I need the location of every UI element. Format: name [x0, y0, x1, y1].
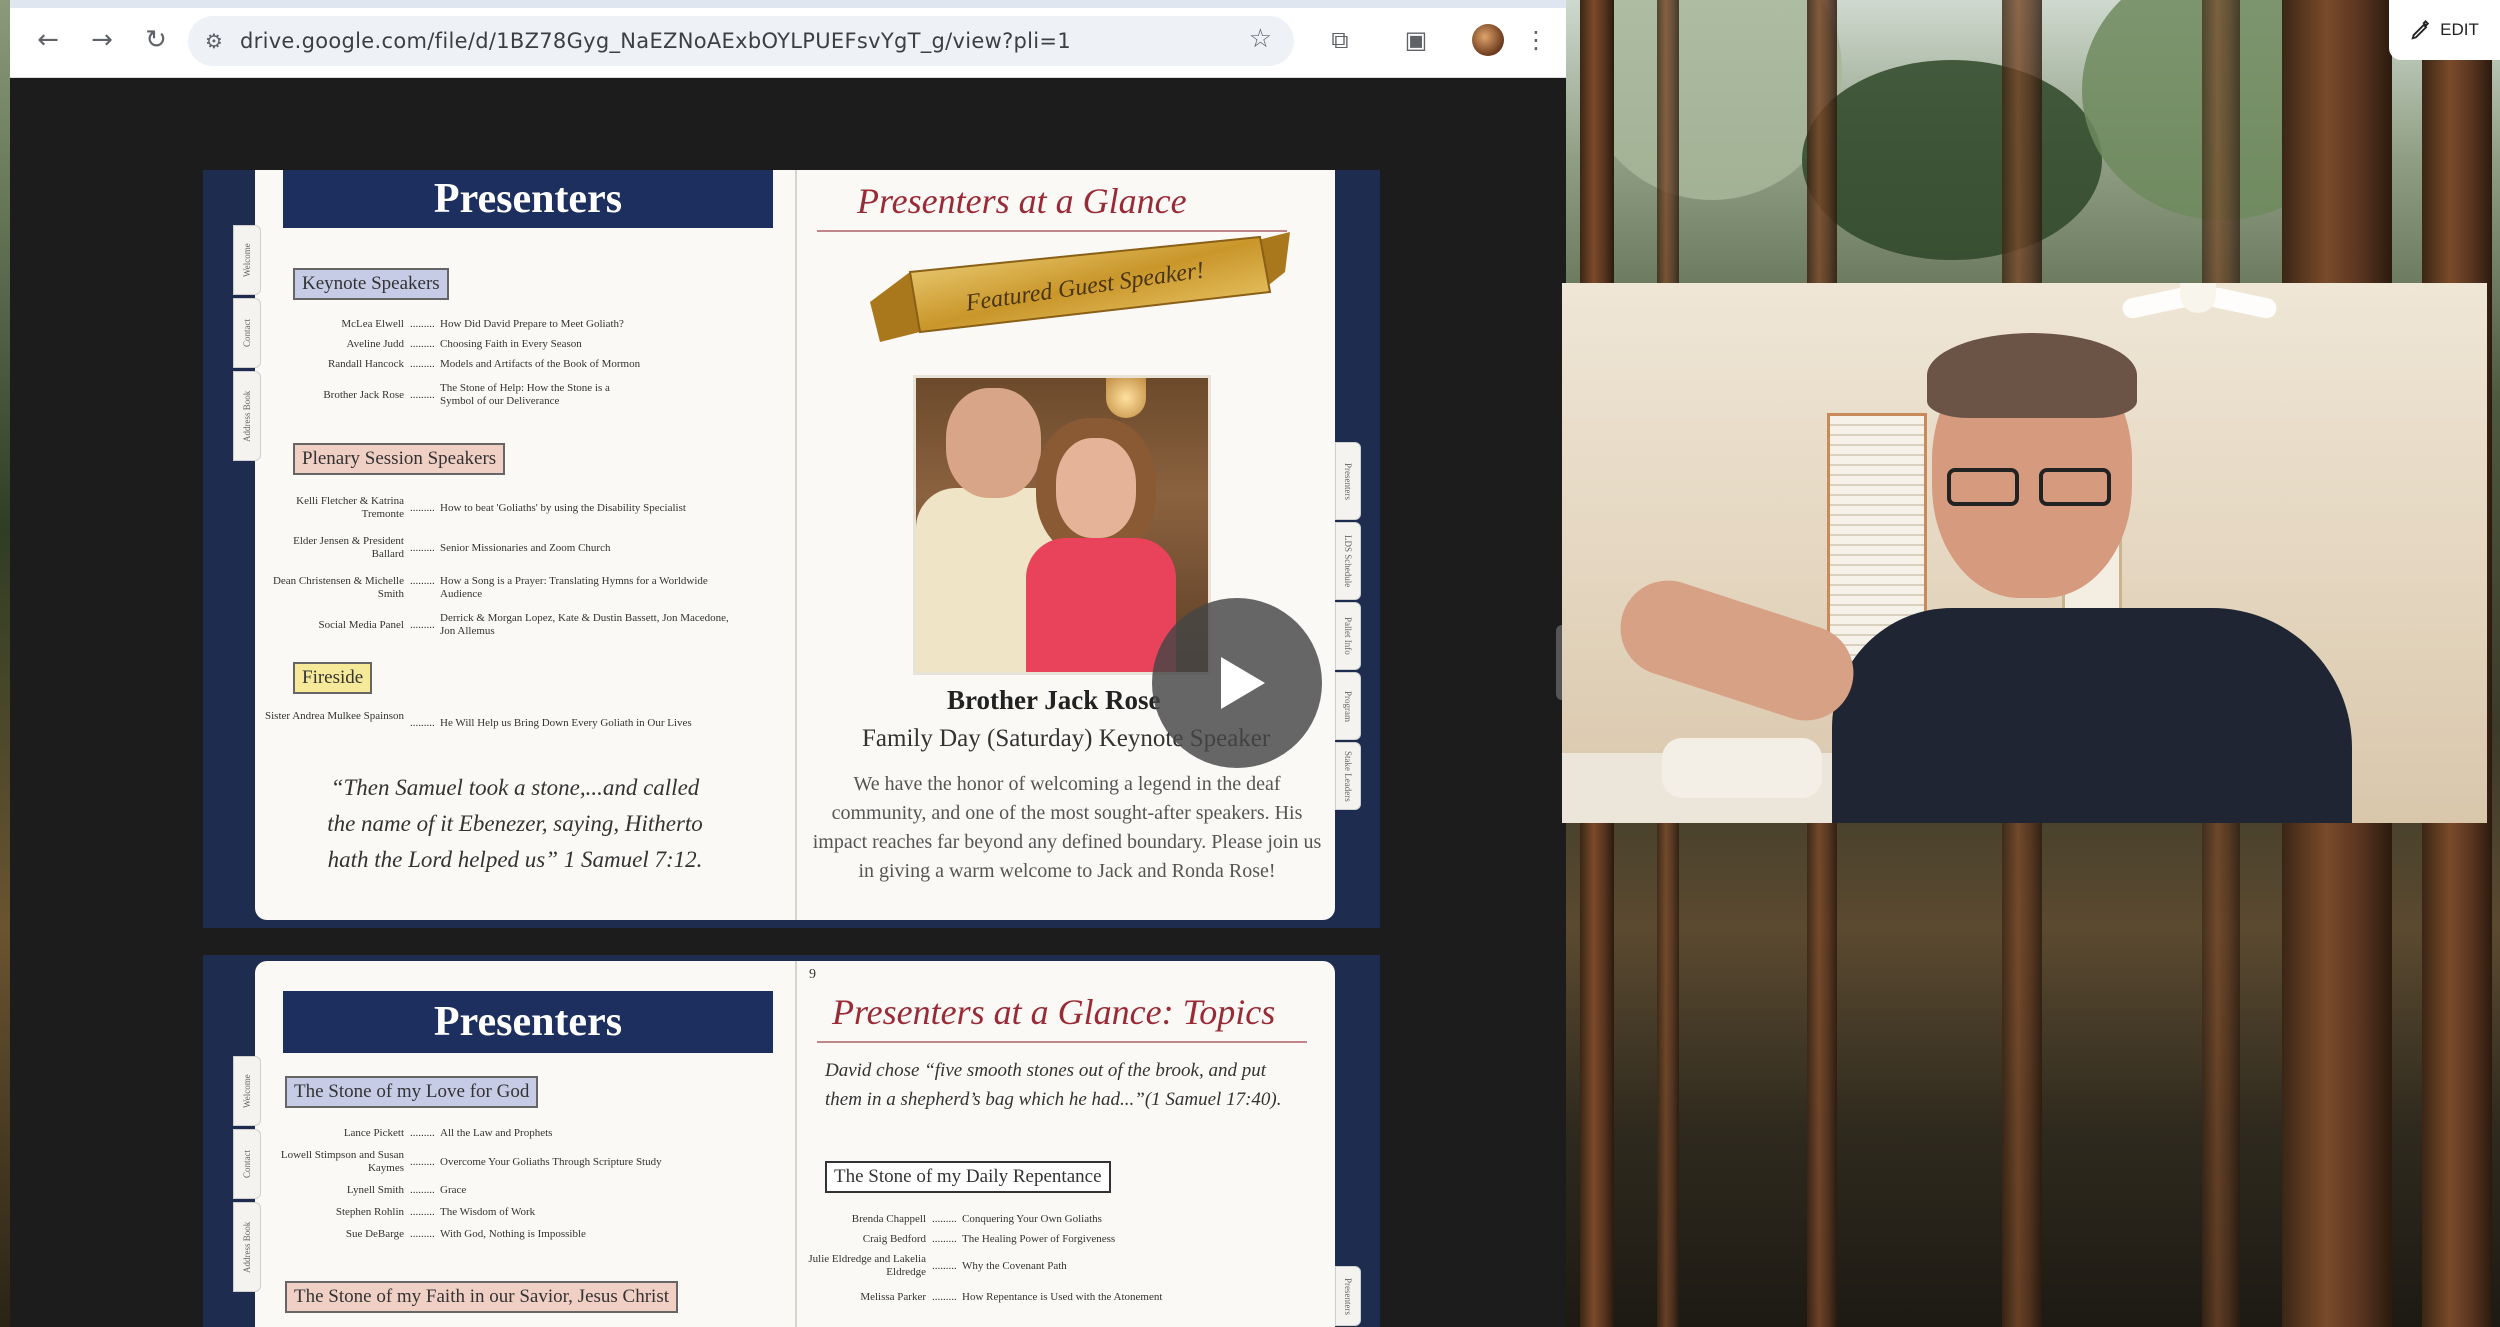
- list-item: Kelli Fletcher & Katrina Tremonte.......…: [296, 495, 686, 520]
- url-text[interactable]: drive.google.com/file/d/1BZ78Gyg_NaEZNoA…: [240, 29, 1071, 53]
- list-item: Lowell Stimpson and Susan Kaymes........…: [280, 1149, 662, 1174]
- presenters-title: Presenters: [283, 991, 773, 1053]
- webcam-feed: [1562, 283, 2487, 823]
- pencil-icon: [2411, 19, 2430, 40]
- section-label-faith: The Stone of my Faith in our Savior, Jes…: [285, 1281, 678, 1313]
- document-spread-2: Welcome Contact Address Book Presenters …: [203, 955, 1380, 1327]
- address-bar[interactable]: ⚙ drive.google.com/file/d/1BZ78Gyg_NaEZN…: [188, 16, 1294, 66]
- browser-toolbar: ← → ↻ ⚙ drive.google.com/file/d/1BZ78Gyg…: [10, 0, 1566, 78]
- side-tab[interactable]: Presenters: [1335, 1266, 1361, 1326]
- side-tab[interactable]: Stake Leaders: [1335, 742, 1361, 810]
- lamp: [1106, 378, 1146, 418]
- glasses-lens: [2039, 468, 2111, 506]
- side-tab[interactable]: Program: [1335, 672, 1361, 740]
- back-icon[interactable]: ←: [28, 20, 68, 60]
- list-item: Julie Eldredge and Lakelia Eldredge.....…: [808, 1253, 1067, 1278]
- page-right-2: 9 Presenters at a Glance: Topics David c…: [795, 961, 1361, 1327]
- list-item: Randall Hancock......... Models and Artif…: [327, 358, 641, 370]
- edit-button[interactable]: EDIT: [2389, 0, 2500, 60]
- person-body: [1832, 608, 2352, 823]
- side-tab[interactable]: Contact: [233, 1129, 261, 1199]
- section-label-plenary: Plenary Session Speakers: [293, 443, 506, 475]
- forward-icon[interactable]: →: [82, 20, 122, 60]
- glasses: [1947, 468, 2117, 508]
- more-menu-icon[interactable]: ⋮: [1516, 20, 1556, 60]
- list-item: Lance Pickett......... All the Law and Pr…: [343, 1127, 553, 1139]
- side-tab[interactable]: Welcome: [233, 1056, 261, 1126]
- page-left-2: Welcome Contact Address Book Presenters …: [233, 961, 795, 1327]
- side-tab[interactable]: Contact: [233, 298, 261, 368]
- side-tab[interactable]: Presenters: [1335, 442, 1361, 520]
- list-item: Craig Bedford......... The Healing Power …: [862, 1233, 1116, 1245]
- tab-strip: [10, 0, 1566, 8]
- list-item: Social Media Panel......... Derrick & Mor…: [318, 612, 729, 637]
- play-button[interactable]: [1152, 598, 1322, 768]
- topics-title: Presenters at a Glance: Topics: [832, 992, 1276, 1032]
- canopy: [1802, 60, 2102, 260]
- pillow: [1662, 738, 1822, 798]
- extensions-icon[interactable]: ⧉: [1320, 20, 1360, 60]
- side-tab[interactable]: Address Book: [233, 1202, 261, 1292]
- page-left-1: Welcome Contact Address Book Presenters …: [233, 170, 795, 920]
- list-item: Dean Christensen & Michelle Smith.......…: [272, 575, 708, 600]
- edit-label: EDIT: [2440, 20, 2479, 39]
- page-number: 9: [809, 967, 816, 982]
- list-item: Sister Andrea Mulkee Spainson......... He…: [265, 710, 692, 729]
- section-label-repentance: The Stone of my Daily Repentance: [825, 1161, 1111, 1193]
- list-item: Sue DeBarge......... With God, Nothing is…: [345, 1228, 586, 1240]
- section-label-keynote: Keynote Speakers: [293, 268, 449, 300]
- featured-banner: Featured Guest Speaker!: [870, 232, 1290, 342]
- fan-blade: [2205, 285, 2279, 321]
- list-item: Brother Jack Rose......... The Stone of H…: [323, 382, 610, 407]
- title-rule: [817, 1041, 1307, 1043]
- list-item: Elder Jensen & President Ballard........…: [293, 535, 611, 560]
- topics-intro: David chose “five smooth stones out of t…: [825, 1060, 1282, 1110]
- play-icon: [1221, 657, 1265, 709]
- ceiling-fan: [2120, 283, 2279, 343]
- list-item: McLea Elwell......... How Did David Prepa…: [341, 318, 624, 330]
- list-item: Brenda Chappell......... Conquering Your …: [851, 1213, 1102, 1225]
- browser-window: ← → ↻ ⚙ drive.google.com/file/d/1BZ78Gyg…: [10, 0, 1568, 1327]
- speaker-photo: [913, 375, 1211, 675]
- profile-avatar[interactable]: [1472, 24, 1504, 56]
- person-body: [1026, 538, 1176, 672]
- side-tab[interactable]: Address Book: [233, 371, 261, 461]
- side-tab[interactable]: LDS Schedule: [1335, 522, 1361, 600]
- speaker-name: Brother Jack Rose: [947, 685, 1161, 715]
- fan-hub: [2180, 283, 2216, 313]
- person-head: [1056, 438, 1136, 538]
- list-item: Melissa Parker......... How Repentance is…: [860, 1291, 1163, 1303]
- glance-title: Presenters at a Glance: [857, 181, 1187, 221]
- bookmark-star-icon[interactable]: ☆: [1249, 24, 1272, 54]
- list-item: Stephen Rohlin......... The Wisdom of Wor…: [335, 1206, 536, 1218]
- speaker-bio: We have the honor of welcoming a legend …: [812, 773, 1322, 882]
- side-tab[interactable]: Pallet Info: [1335, 602, 1361, 670]
- cast-icon[interactable]: ▣: [1396, 20, 1436, 60]
- site-info-icon[interactable]: ⚙: [188, 29, 240, 53]
- list-item: Aveline Judd......... Choosing Faith in E…: [346, 338, 582, 350]
- section-label-fireside: Fireside: [293, 662, 373, 694]
- scripture-quote: “Then Samuel took a stone,...and called …: [327, 775, 703, 872]
- presenters-title: Presenters: [283, 170, 773, 228]
- side-tab[interactable]: Welcome: [233, 225, 261, 295]
- list-item: Lynell Smith......... Grace: [346, 1184, 467, 1196]
- person-head: [946, 388, 1041, 498]
- person-hair: [1927, 333, 2137, 418]
- glasses-lens: [1947, 468, 2019, 506]
- background-edge: [0, 0, 10, 1327]
- reload-icon[interactable]: ↻: [136, 20, 176, 60]
- section-label-love: The Stone of my Love for God: [285, 1076, 539, 1108]
